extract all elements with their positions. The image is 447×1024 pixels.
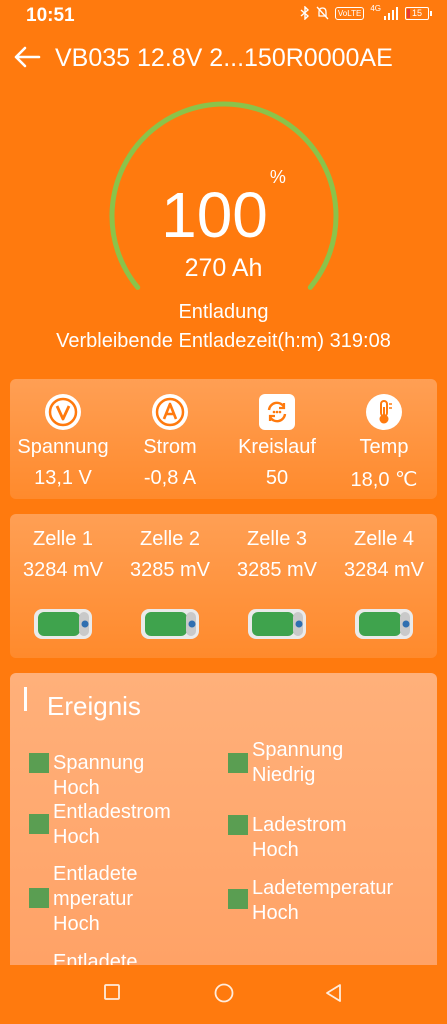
events-title: Ereignis	[47, 691, 141, 721]
event-indicator	[228, 815, 248, 835]
stat-value: 18,0 ℃	[350, 469, 418, 491]
current-icon	[152, 394, 188, 430]
event-indicator	[29, 814, 49, 834]
cell-voltage: 3285 mV	[129, 559, 211, 581]
status-bar: 10:51 VoLTE 4G 15	[0, 0, 447, 32]
cell-3: Zelle 3 3285 mV	[224, 514, 330, 645]
remaining-time: Verbleibende Entladezeit(h:m) 319:08	[56, 330, 391, 352]
stat-cycle: Kreislauf 50	[224, 379, 330, 490]
arrow-left-icon[interactable]	[12, 42, 42, 72]
cell-2: Zelle 2 3285 mV	[117, 514, 223, 645]
volte-badge: VoLTE	[334, 6, 365, 20]
network-type: 4G	[370, 3, 381, 13]
stat-label: Temp	[359, 436, 409, 458]
signal-icon	[384, 6, 398, 20]
event-label: Spannung Niedrig	[252, 739, 344, 786]
cell-name: Zelle 1	[32, 528, 94, 550]
stat-label: Strom	[143, 436, 197, 458]
battery-icon: 15	[405, 6, 432, 20]
back-triangle-icon[interactable]	[324, 983, 344, 1003]
event-indicator	[29, 753, 49, 773]
stat-value: 50	[265, 467, 289, 489]
capacity-value: 270 Ah	[184, 254, 263, 282]
home-circle-icon[interactable]	[213, 982, 235, 1004]
event-label: Ladestrom Hoch	[252, 814, 347, 861]
event-label: Spannung Hoch	[53, 752, 145, 799]
stats-card: Spannung 13,1 V Strom -0,8 A Kreislauf 5…	[10, 379, 437, 499]
mode-label: Entladung	[178, 301, 269, 323]
clock: 10:51	[26, 5, 75, 26]
events-card: Ereignis Spannung Hoch Spannung Niedrig E…	[10, 673, 437, 965]
charge-percent: 100%	[161, 166, 286, 251]
stat-value: -0,8 A	[143, 467, 197, 489]
cycle-icon	[259, 394, 295, 430]
cell-battery-icon	[248, 609, 306, 639]
stat-label: Spannung	[17, 436, 109, 458]
stat-value: 13,1 V	[34, 467, 92, 489]
cell-name: Zelle 3	[246, 528, 308, 550]
stat-label: Kreislauf	[238, 436, 316, 458]
cell-name: Zelle 2	[139, 528, 201, 550]
cell-voltage: 3284 mV	[22, 559, 104, 581]
event-label: Ladetemperatur Hoch	[252, 877, 394, 924]
mute-icon	[316, 6, 329, 20]
cell-voltage: 3285 mV	[236, 559, 318, 581]
event-label: Entladete mperatur Hoch	[53, 863, 138, 935]
event-indicator	[228, 753, 248, 773]
stat-temp: Temp 18,0 ℃	[331, 379, 437, 492]
stat-voltage: Spannung 13,1 V	[10, 379, 116, 490]
cell-1: Zelle 1 3284 mV	[10, 514, 116, 645]
system-nav-bar	[0, 965, 447, 1024]
bluetooth-icon	[300, 6, 309, 20]
thermometer-icon	[366, 394, 402, 430]
cell-4: Zelle 4 3284 mV	[331, 514, 437, 645]
status-icons: VoLTE 4G 15	[300, 3, 432, 20]
stat-current: Strom -0,8 A	[117, 379, 223, 490]
voltage-icon	[45, 394, 81, 430]
section-marker	[24, 687, 27, 711]
event-label: Entladestrom Hoch	[53, 801, 171, 848]
app-bar: VB035 12.8V 2...150R0000AE	[0, 34, 447, 82]
cell-battery-icon	[34, 609, 92, 639]
event-label: Entladete	[53, 951, 138, 965]
cell-battery-icon	[141, 609, 199, 639]
event-indicator	[228, 889, 248, 909]
cell-name: Zelle 4	[353, 528, 415, 550]
percent-unit: %	[269, 166, 286, 187]
cell-voltage: 3284 mV	[343, 559, 425, 581]
cells-card: Zelle 1 3284 mV Zelle 2 3285 mV Zelle 3 …	[10, 514, 437, 658]
cell-battery-icon	[355, 609, 413, 639]
event-indicator	[29, 888, 49, 908]
recents-square-icon[interactable]	[103, 983, 121, 1001]
page-title: VB035 12.8V 2...150R0000AE	[55, 44, 393, 72]
